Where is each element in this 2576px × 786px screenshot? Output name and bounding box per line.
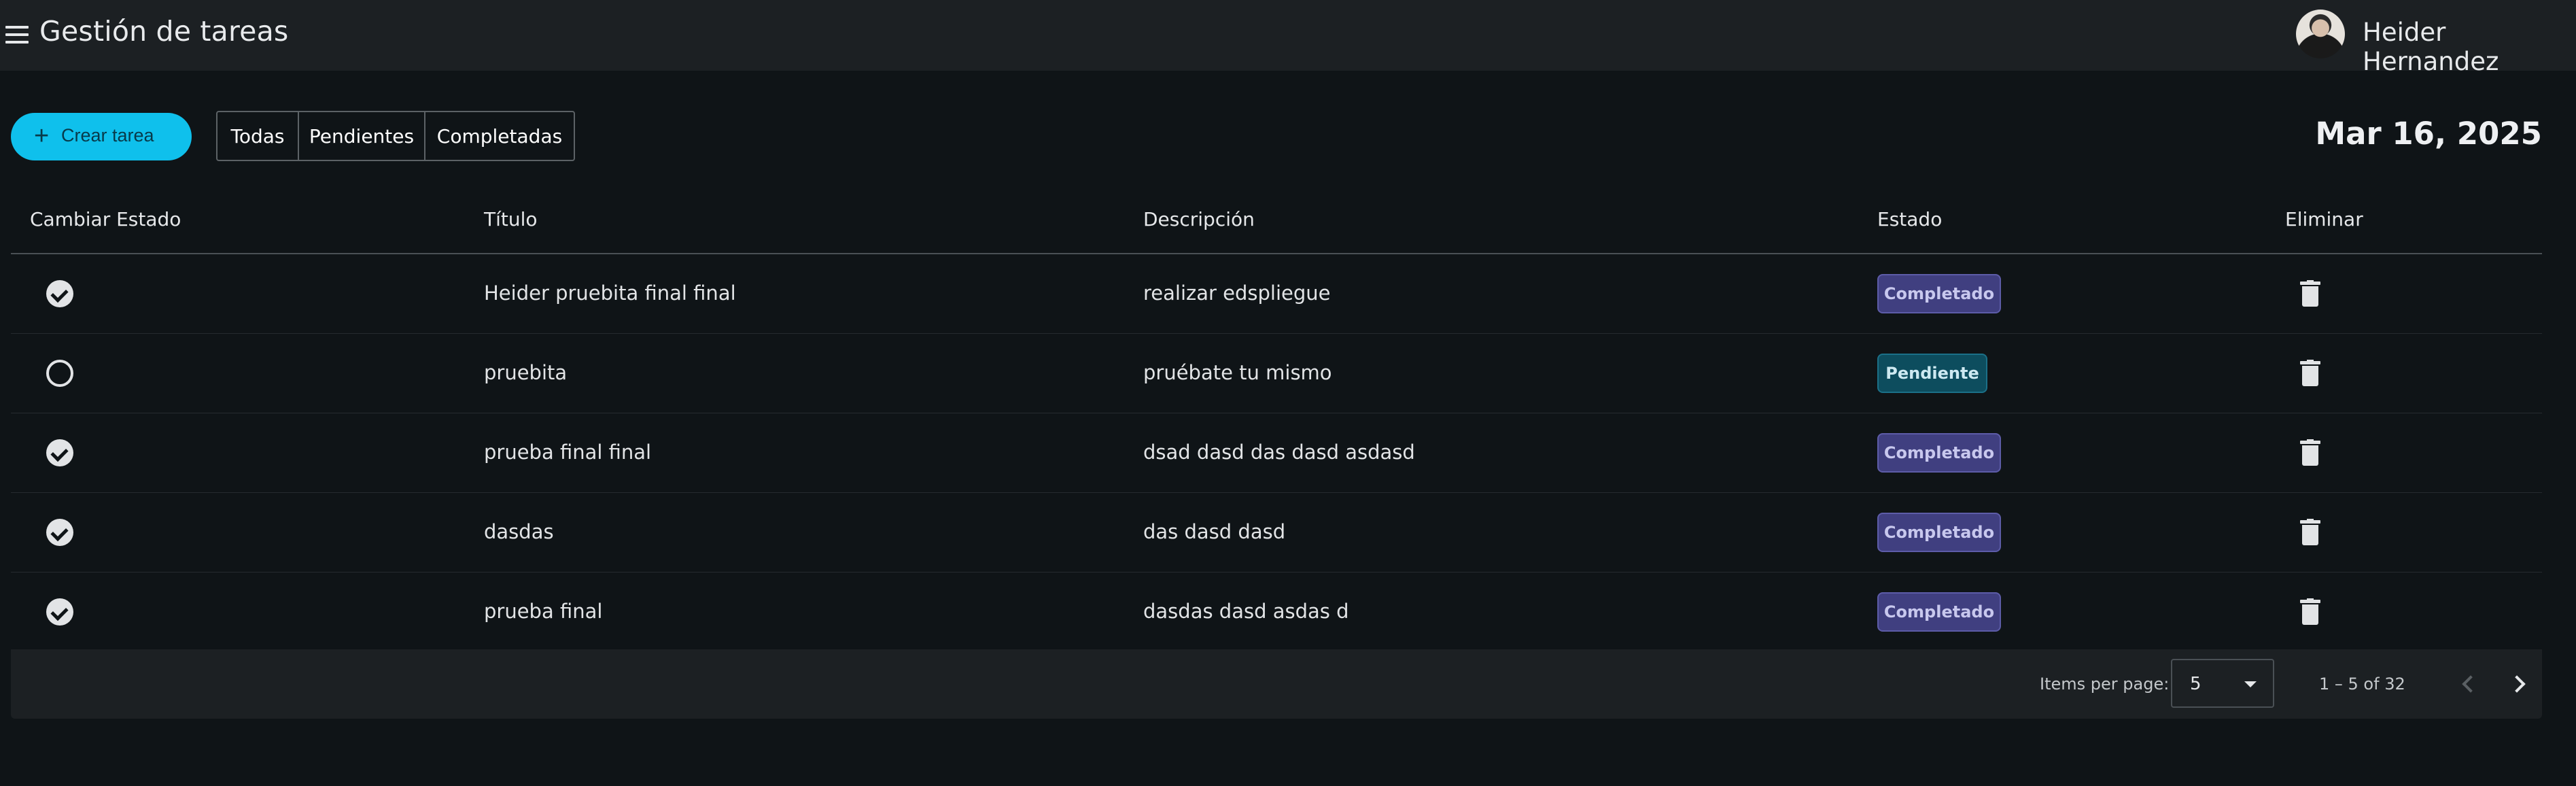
table-row: dasdas das dasd dasd Completado bbox=[11, 493, 2542, 573]
task-title: pruebita bbox=[484, 361, 568, 384]
toggle-status-checked-icon[interactable] bbox=[46, 280, 73, 307]
delete-icon[interactable] bbox=[2300, 598, 2320, 626]
top-app-bar: Gestión de tareas Heider Hernandez bbox=[0, 0, 2576, 76]
menu-icon[interactable] bbox=[5, 26, 29, 44]
delete-icon[interactable] bbox=[2300, 280, 2320, 307]
table-row: Heider pruebita final final realizar eds… bbox=[11, 254, 2542, 334]
caret-down-icon bbox=[2244, 681, 2257, 687]
task-description: dsad dasd das dasd asdasd bbox=[1143, 441, 1415, 464]
items-per-page-label: Items per page: bbox=[2040, 674, 2170, 694]
items-per-page-value: 5 bbox=[2190, 674, 2201, 694]
column-header-estado: Estado bbox=[1877, 208, 1943, 230]
column-header-eliminar: Eliminar bbox=[2285, 208, 2363, 230]
task-title: prueba final bbox=[484, 600, 603, 623]
items-per-page-select[interactable]: 5 bbox=[2171, 659, 2274, 708]
table-row: prueba final final dsad dasd das dasd as… bbox=[11, 413, 2542, 493]
page-title: Gestión de tareas bbox=[39, 15, 289, 48]
filter-completadas-button[interactable]: Completadas bbox=[425, 112, 574, 160]
paginator: Items per page: 5 1 – 5 of 32 bbox=[11, 649, 2542, 719]
page-range-label: 1 – 5 of 32 bbox=[2319, 674, 2405, 694]
toggle-status-unchecked-icon[interactable] bbox=[46, 360, 73, 387]
toggle-status-checked-icon[interactable] bbox=[46, 598, 73, 626]
status-badge: Completado bbox=[1877, 433, 2001, 473]
create-task-button[interactable]: + Crear tarea bbox=[11, 113, 192, 160]
task-description: dasdas dasd asdas d bbox=[1143, 600, 1349, 623]
status-badge: Completado bbox=[1877, 513, 2001, 552]
status-filter-group: Todas Pendientes Completadas bbox=[216, 111, 575, 161]
task-title: prueba final final bbox=[484, 441, 652, 464]
tasks-table: Cambiar Estado Título Descripción Estado… bbox=[11, 182, 2542, 652]
column-header-descripcion: Descripción bbox=[1143, 208, 1255, 230]
task-title: Heider pruebita final final bbox=[484, 281, 736, 305]
toggle-status-checked-icon[interactable] bbox=[46, 519, 73, 546]
delete-icon[interactable] bbox=[2300, 519, 2320, 546]
toggle-status-checked-icon[interactable] bbox=[46, 439, 73, 466]
filter-pendientes-button[interactable]: Pendientes bbox=[299, 112, 425, 160]
task-description: das dasd dasd bbox=[1143, 520, 1286, 543]
table-row: pruebita pruébate tu mismo Pendiente bbox=[11, 334, 2542, 413]
task-description: pruébate tu mismo bbox=[1143, 361, 1332, 384]
status-badge: Completado bbox=[1877, 274, 2001, 313]
status-badge: Pendiente bbox=[1877, 354, 1987, 393]
user-name[interactable]: Heider Hernandez bbox=[2363, 18, 2576, 76]
filter-todas-button[interactable]: Todas bbox=[217, 112, 299, 160]
table-header: Cambiar Estado Título Descripción Estado… bbox=[11, 182, 2542, 254]
task-description: realizar edspliegue bbox=[1143, 281, 1331, 305]
next-page-icon[interactable] bbox=[2504, 670, 2531, 697]
delete-icon[interactable] bbox=[2300, 439, 2320, 466]
current-date: Mar 16, 2025 bbox=[2315, 116, 2542, 152]
task-title: dasdas bbox=[484, 520, 554, 543]
delete-icon[interactable] bbox=[2300, 360, 2320, 387]
avatar[interactable] bbox=[2296, 10, 2345, 58]
create-task-label: Crear tarea bbox=[61, 125, 154, 146]
table-row: prueba final dasdas dasd asdas d Complet… bbox=[11, 573, 2542, 652]
previous-page-icon[interactable] bbox=[2454, 670, 2481, 697]
column-header-cambiar-estado: Cambiar Estado bbox=[30, 208, 181, 230]
plus-icon: + bbox=[34, 122, 50, 150]
status-badge: Completado bbox=[1877, 592, 2001, 632]
column-header-titulo: Título bbox=[484, 208, 538, 230]
